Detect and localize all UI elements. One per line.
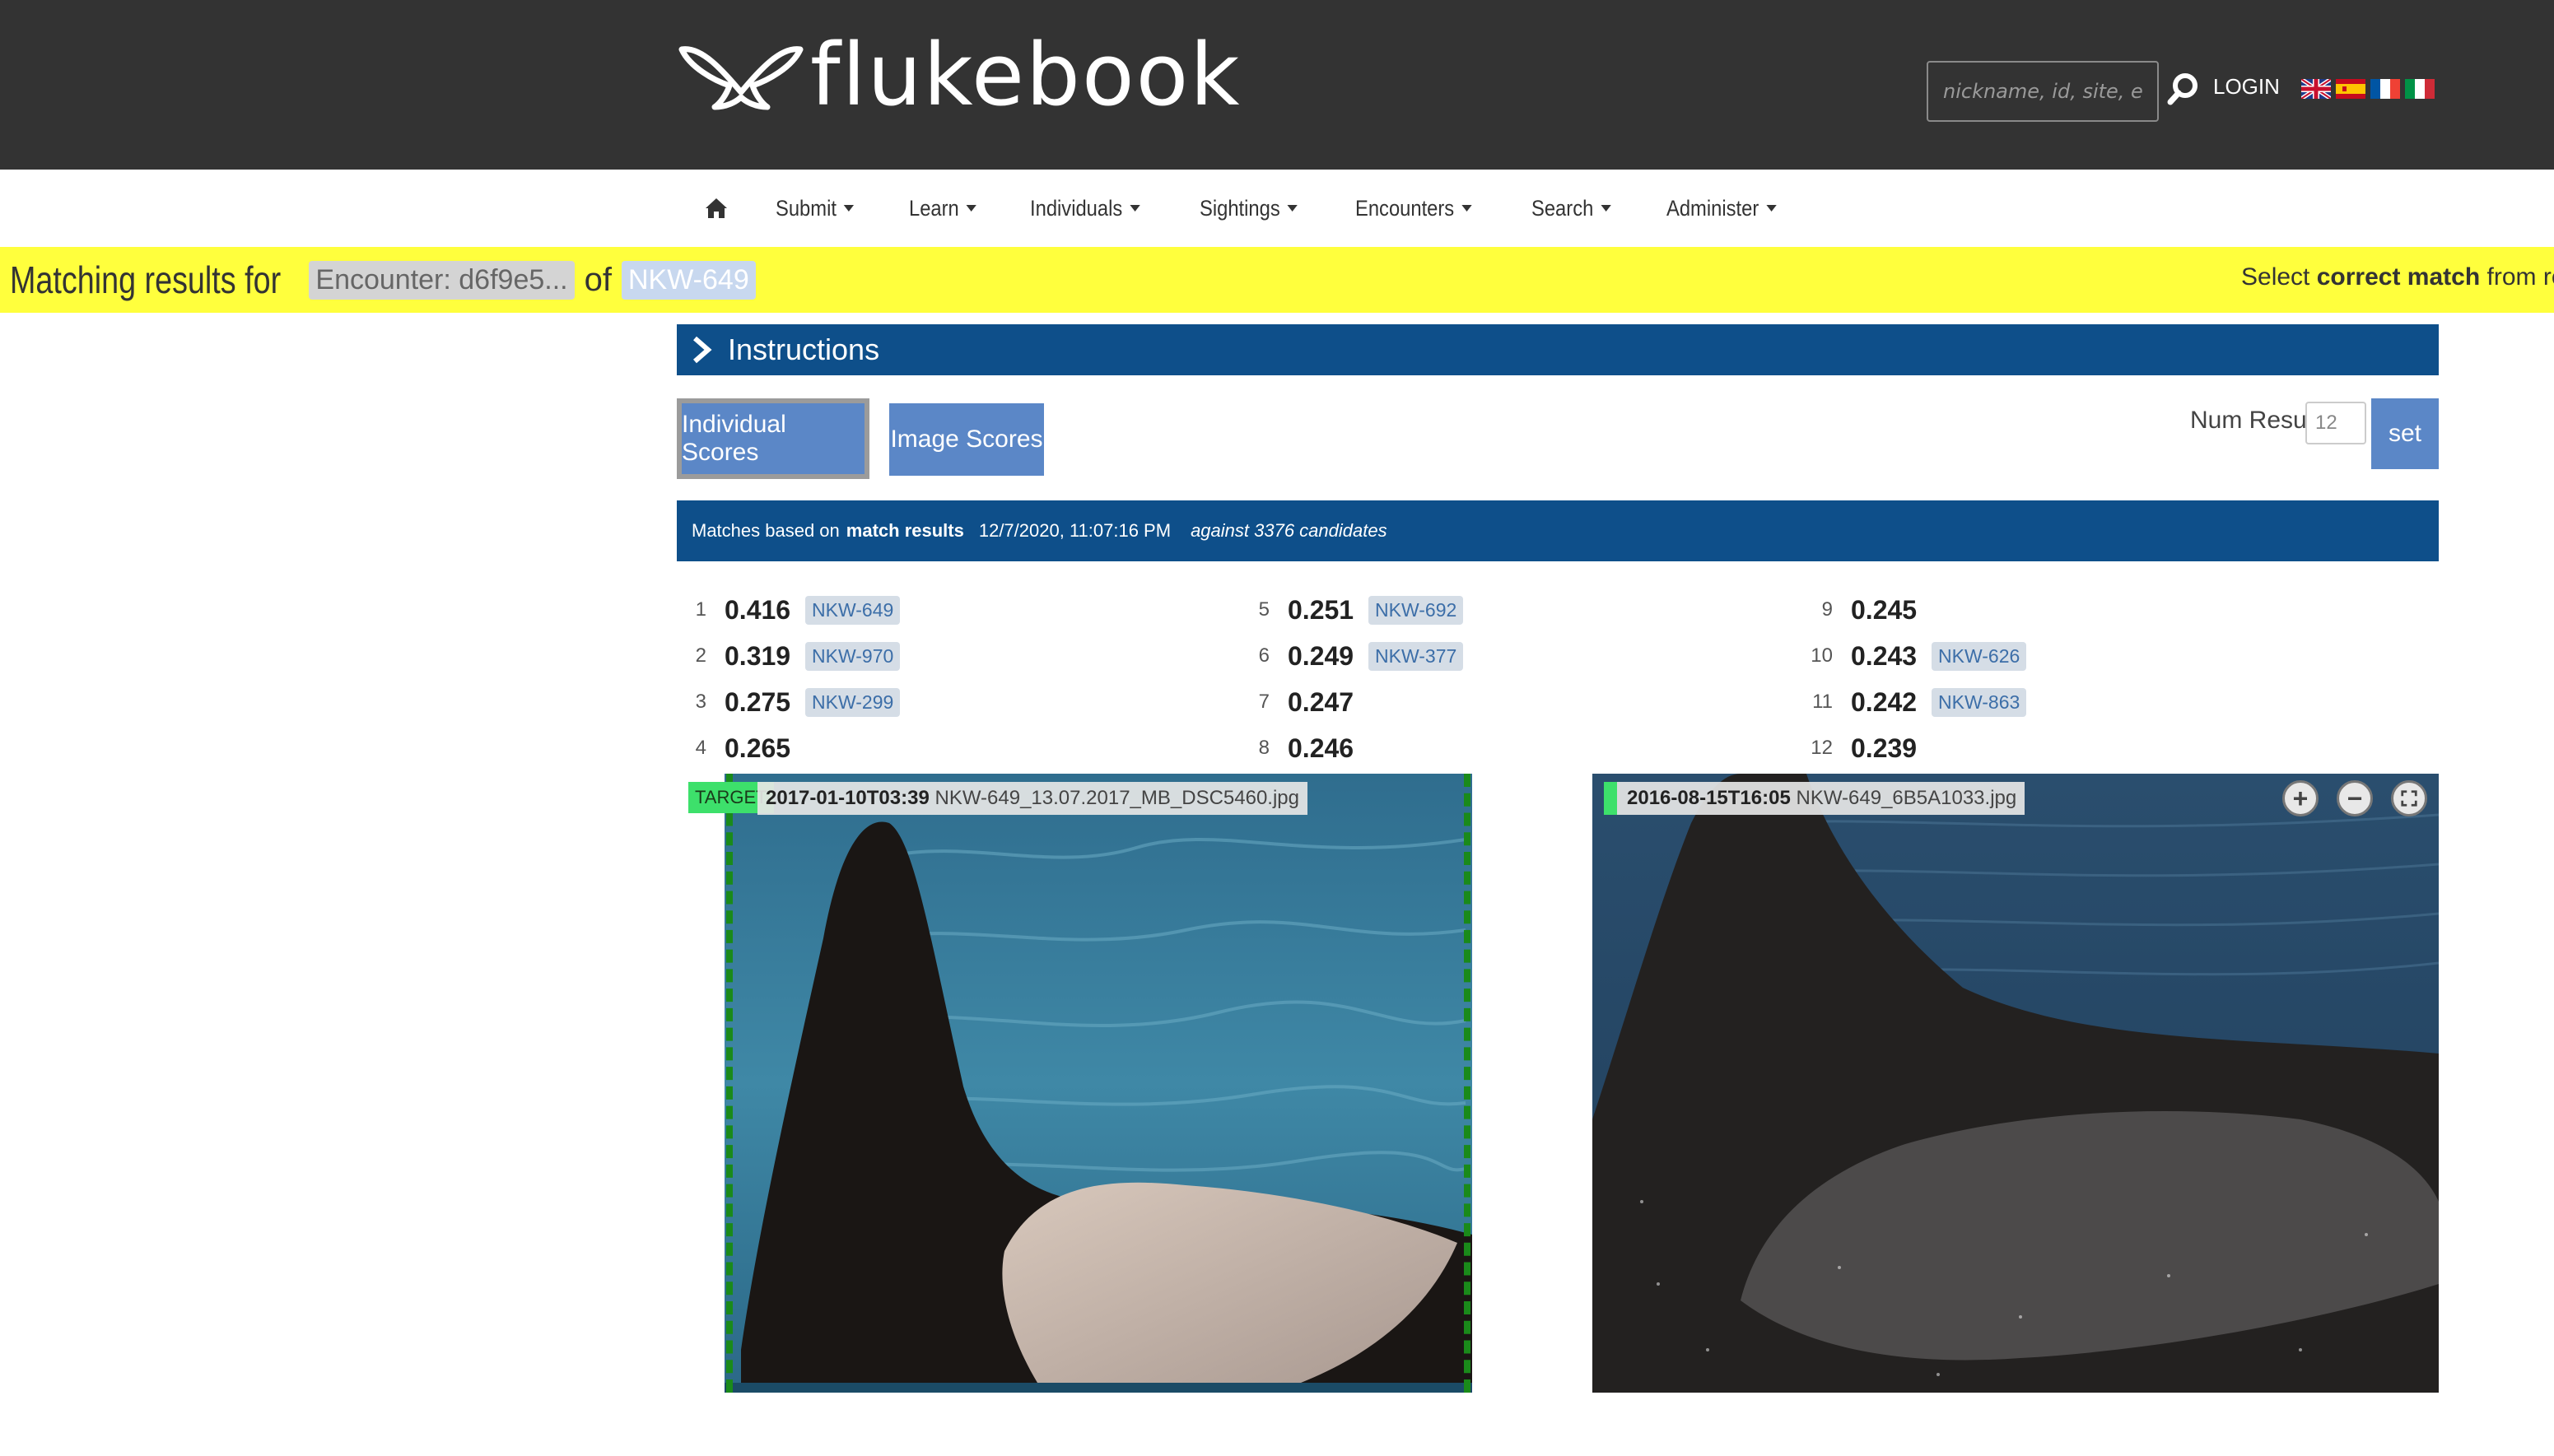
candidate-image[interactable] — [1592, 774, 2439, 1393]
flukebook-logo[interactable]: flukebook — [677, 25, 1242, 125]
target-border-left — [726, 774, 733, 1393]
banner-hint: Select correct match from result — [2241, 263, 2554, 291]
nav-individuals[interactable]: Individuals — [1030, 196, 1140, 221]
num-results-input[interactable] — [2305, 402, 2366, 444]
individual-scores-button[interactable]: Individual Scores — [677, 398, 869, 479]
flag-es-icon[interactable] — [2336, 79, 2365, 99]
set-button[interactable]: set — [2371, 398, 2439, 469]
individual-id-chip[interactable]: NKW-377 — [1368, 641, 1464, 671]
chevron-right-icon — [693, 336, 712, 364]
individual-id-chip[interactable]: NKW-299 — [805, 687, 901, 717]
fluke-logo-icon — [678, 46, 804, 110]
result-row[interactable]: 11 0.2428 NKW-863 — [1803, 681, 2027, 723]
candidate-caption: 2016-08-15T16:05 NKW-649_6B5A1033.jpg — [1604, 782, 2025, 815]
logo-text: flukebook — [810, 25, 1242, 125]
login-link[interactable]: LOGIN — [2213, 74, 2280, 100]
instructions-toggle[interactable]: Instructions — [677, 324, 2439, 375]
caret-down-icon — [966, 205, 976, 212]
banner-title: Matching results for Encounter: d6f9e5..… — [10, 257, 756, 303]
result-row[interactable]: 7 0.2475 — [1240, 681, 1368, 723]
results-list: 1 0.4168 NKW-649 2 0.3196 NKW-970 3 0.27… — [677, 589, 2439, 770]
main-nav: Submit Learn Individuals Sightings Encou… — [0, 170, 2554, 247]
search-input[interactable] — [1927, 61, 2159, 122]
match-indicator — [1604, 782, 1617, 815]
flag-fr-icon[interactable] — [2370, 79, 2400, 99]
nav-encounters[interactable]: Encounters — [1355, 196, 1472, 221]
result-row[interactable]: 6 0.2490 NKW-377 — [1240, 635, 1464, 677]
individual-id-chip[interactable]: NKW-970 — [805, 641, 901, 671]
individual-id-chip[interactable]: NKW-692 — [1368, 595, 1464, 625]
candidate-count: against 3376 candidates — [1191, 520, 1387, 541]
flag-it-icon[interactable] — [2405, 79, 2435, 99]
zoom-out-icon[interactable]: − — [2337, 780, 2373, 816]
target-border-right — [1464, 774, 1470, 1393]
zoom-in-icon[interactable]: + — [2282, 780, 2319, 816]
target-caption: 2017-01-10T03:39 NKW-649_13.07.2017_MB_D… — [757, 782, 1307, 815]
result-row[interactable]: 1 0.4168 NKW-649 — [677, 589, 901, 630]
site-header: flukebook LOGIN — [0, 0, 2554, 170]
language-flags — [2301, 79, 2435, 99]
result-row[interactable]: 12 0.2390 — [1803, 728, 1932, 769]
home-icon[interactable] — [698, 190, 734, 226]
caret-down-icon — [1765, 205, 1777, 212]
caret-down-icon — [1601, 205, 1611, 212]
matches-header: Matches based on match results 12/7/2020… — [677, 500, 2439, 561]
result-row[interactable]: 8 0.2468 — [1240, 728, 1368, 769]
result-row[interactable]: 10 0.2437 NKW-626 — [1803, 635, 2027, 677]
target-image[interactable] — [725, 774, 1472, 1393]
caret-down-icon — [843, 205, 855, 212]
individual-chip[interactable]: NKW-649 — [621, 260, 756, 300]
banner-prefix: Matching results for — [10, 258, 282, 301]
result-row[interactable]: 9 0.2453 — [1803, 589, 1932, 630]
individual-id-chip[interactable]: NKW-626 — [1932, 641, 2027, 671]
encounter-chip[interactable]: Encounter: d6f9e5... — [309, 260, 575, 300]
matching-banner: Matching results for Encounter: d6f9e5..… — [0, 247, 2554, 313]
nav-sightings[interactable]: Sightings — [1200, 196, 1298, 221]
result-row[interactable]: 5 0.2514 NKW-692 — [1240, 589, 1464, 630]
caret-down-icon — [1287, 205, 1298, 212]
nav-submit[interactable]: Submit — [776, 196, 855, 221]
match-date: 12/7/2020, 11:07:16 PM — [978, 520, 1172, 541]
fullscreen-icon[interactable] — [2391, 780, 2427, 816]
flag-uk-icon[interactable] — [2301, 79, 2331, 99]
match-results-label: match results — [846, 520, 964, 541]
image-scores-button[interactable]: Image Scores — [889, 403, 1044, 476]
individual-id-chip[interactable]: NKW-863 — [1932, 687, 2027, 717]
caret-down-icon — [1461, 205, 1472, 212]
individual-id-chip[interactable]: NKW-649 — [805, 595, 901, 625]
caret-down-icon — [1130, 205, 1140, 212]
nav-administer[interactable]: Administer — [1666, 196, 1777, 221]
nav-search[interactable]: Search — [1531, 196, 1611, 221]
instructions-label: Instructions — [728, 333, 880, 366]
result-row[interactable]: 4 0.2650 — [677, 728, 805, 769]
banner-of: of — [584, 261, 612, 298]
search-icon[interactable] — [2165, 71, 2202, 107]
nav-learn[interactable]: Learn — [909, 196, 976, 221]
result-row[interactable]: 2 0.3196 NKW-970 — [677, 635, 901, 677]
result-row[interactable]: 3 0.2758 NKW-299 — [677, 681, 901, 723]
